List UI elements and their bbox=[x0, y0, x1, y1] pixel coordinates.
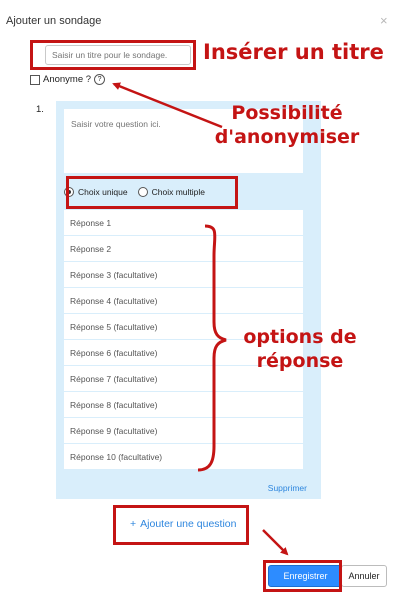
save-arrow bbox=[262, 529, 289, 556]
radio-dot-selected[interactable] bbox=[64, 187, 74, 197]
answer-input[interactable]: Réponse 8 (facultative) bbox=[64, 392, 303, 418]
answer-input[interactable]: Réponse 2 bbox=[64, 236, 303, 262]
delete-question-link[interactable]: Supprimer bbox=[268, 483, 307, 493]
anonymous-annotation-line2: d'anonymiser bbox=[214, 125, 360, 148]
radio-single-choice[interactable]: Choix unique bbox=[64, 187, 128, 197]
save-button[interactable]: Enregistrer bbox=[268, 565, 343, 587]
radio-dot[interactable] bbox=[137, 187, 148, 197]
single-choice-label: Choix unique bbox=[78, 187, 128, 197]
answer-input[interactable]: Réponse 9 (facultative) bbox=[64, 418, 303, 444]
anonymous-option[interactable]: Anonyme ? ? bbox=[30, 74, 106, 85]
dialog-title: Ajouter un sondage bbox=[6, 15, 102, 27]
anonymous-label: Anonyme ? bbox=[43, 74, 92, 85]
radio-multiple-choice[interactable]: Choix multiple bbox=[137, 187, 206, 197]
help-icon[interactable]: ? bbox=[94, 74, 106, 85]
title-annotation: Insérer un titre bbox=[203, 40, 384, 64]
answer-input[interactable]: Réponse 1 bbox=[64, 210, 303, 236]
answer-input[interactable]: Réponse 10 (facultative) bbox=[64, 444, 303, 470]
options-annotation-line2: réponse bbox=[256, 349, 344, 372]
anonymous-annotation-line1: Possibilité bbox=[231, 102, 343, 124]
answer-input[interactable]: Réponse 3 (facultative) bbox=[64, 262, 303, 288]
multiple-choice-label: Choix multiple bbox=[151, 187, 206, 197]
poll-title-input[interactable] bbox=[45, 45, 191, 65]
anonymous-annotation: Possibilité d'anonymiser bbox=[212, 102, 362, 150]
close-icon[interactable]: × bbox=[380, 13, 388, 28]
add-question-label: Ajouter une question bbox=[140, 518, 237, 530]
options-annotation: options de réponse bbox=[225, 326, 375, 374]
question-number: 1. bbox=[36, 104, 44, 115]
cancel-button[interactable]: Annuler bbox=[341, 565, 387, 587]
question-panel: Choix unique Choix multiple Réponse 1 Ré… bbox=[56, 101, 321, 499]
add-question-button[interactable]: + Ajouter une question bbox=[130, 518, 236, 530]
anonymous-checkbox[interactable] bbox=[30, 74, 40, 85]
plus-icon: + bbox=[130, 518, 137, 530]
options-annotation-line1: options de bbox=[243, 326, 357, 348]
answer-input[interactable]: Réponse 4 (facultative) bbox=[64, 288, 303, 314]
choice-type-group: Choix unique Choix multiple bbox=[64, 177, 313, 207]
